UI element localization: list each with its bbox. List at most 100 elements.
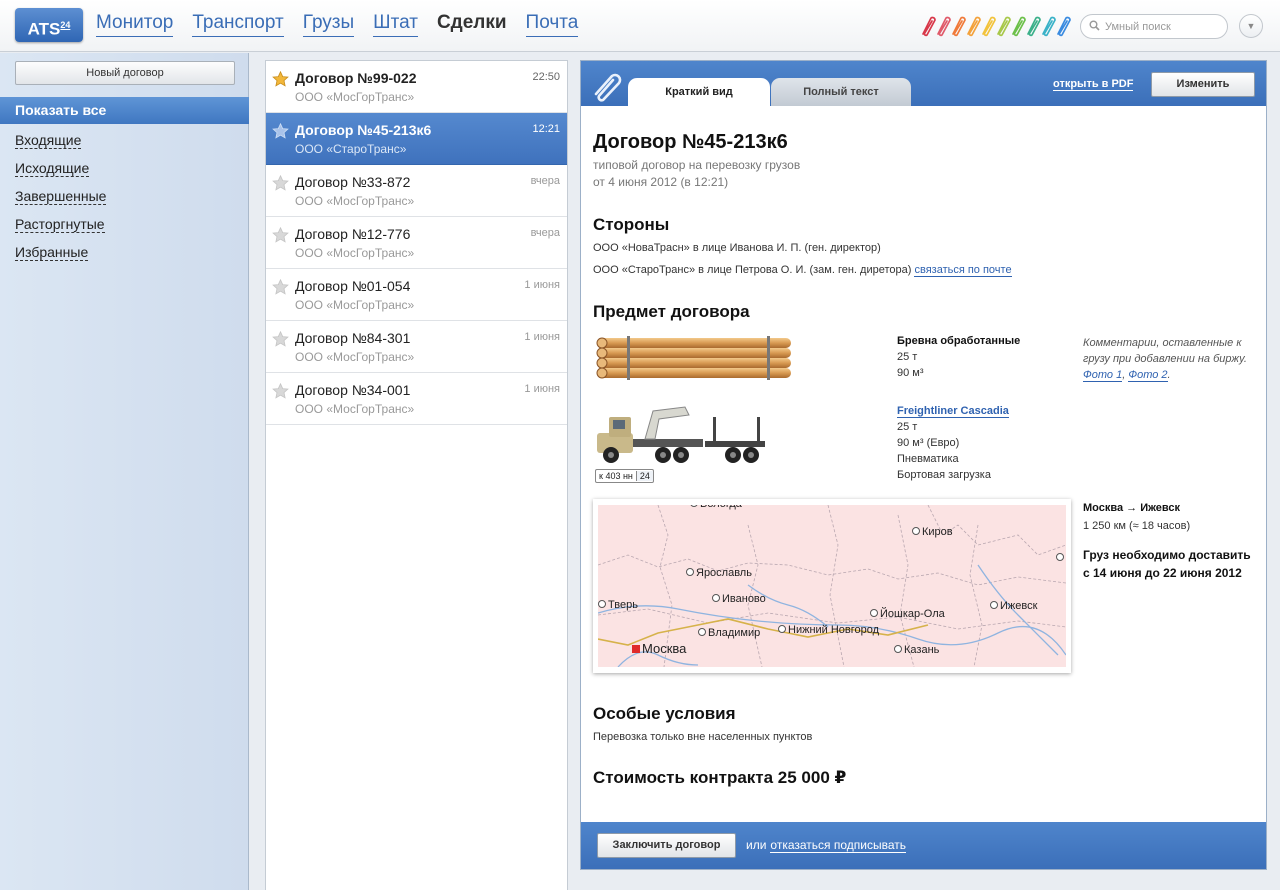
delivery-window: Груз необходимо доставить с 14 июня до 2… [1083,546,1251,582]
open-pdf-link[interactable]: открыть в PDF [1053,78,1134,91]
contract-company: ООО «МосГорТранс» [295,194,415,208]
star-icon[interactable] [272,123,289,139]
edit-button[interactable]: Изменить [1151,72,1255,97]
route-map[interactable]: Вологда Киров Ярославль Тверь Иваново Йошкар-… [593,499,1071,673]
party-2-line: ООО «СтароТранс» в лице Петрова О. И. (з… [593,264,1012,277]
logs-image [596,336,791,380]
route-text: Москва → Ижевск [1083,502,1180,514]
paperclip-tag-icon[interactable] [997,16,1011,37]
contract-company: ООО «МосГорТранс» [295,298,415,312]
truck-model-link[interactable]: Freightliner Cascadia [897,405,1009,418]
paperclip-tag-icon[interactable] [1027,16,1041,37]
contract-time: 1 июня [524,383,560,395]
paperclip-tags[interactable] [919,14,1071,38]
photo-2-link[interactable]: Фото 2 [1128,369,1168,382]
filter-incoming[interactable]: Входящие [15,132,106,160]
comment-text: Комментарии, оставленные к грузу при доб… [1083,337,1247,365]
left-sidebar: Новый договор Показать все Входящие Исхо… [0,53,249,890]
contract-title: Договор №99-022 [295,70,417,86]
truck-suspension: Пневматика [897,453,959,465]
truck-weight: 25 т [897,421,918,433]
contract-company: ООО «СтароТранс» [295,142,407,156]
dropdown-menu-button[interactable]: ▼ [1239,14,1263,38]
paperclip-tag-icon[interactable] [1042,16,1056,37]
city-marker [990,601,998,609]
nav-staff[interactable]: Штат [373,12,418,37]
contract-company: ООО «МосГорТранс» [295,402,415,416]
nav-deals[interactable]: Сделки [437,12,507,37]
filter-list: Входящие Исходящие Завершенные Расторгну… [15,132,107,272]
contract-row[interactable]: Договор №34-001 ООО «МосГорТранс» 1 июня [266,373,567,425]
star-icon[interactable] [272,331,289,347]
truck-image [597,406,765,463]
contact-by-mail-link[interactable]: связаться по почте [914,264,1012,277]
contract-title: Договор №45-213к6 [295,122,432,138]
star-icon[interactable] [272,279,289,295]
city-label: Ярославль [696,567,752,579]
paperclip-tag-icon[interactable] [967,16,981,37]
ats24-logo[interactable]: ATS24 [15,8,83,42]
route-distance: 1 250 км (≈ 18 часов) [1083,520,1191,532]
top-bar: ATS24 Монитор Транспорт Грузы Штат Сделк… [0,0,1280,52]
paperclip-tag-icon[interactable] [952,16,966,37]
city-label: Тверь [608,599,638,611]
city-marker [912,527,920,535]
tab-short-view[interactable]: Краткий вид [628,78,770,106]
contract-row[interactable]: Договор №01-054 ООО «МосГорТранс» 1 июня [266,269,567,321]
contract-title: Договор №84-301 [295,330,411,346]
plate-number: к 403 нн [599,471,633,481]
filter-favorites[interactable]: Избранные [15,244,106,272]
city-marker [870,609,878,617]
city-marker [712,594,720,602]
contract-time: 12:21 [532,123,560,135]
decline-link[interactable]: отказаться подписывать [770,838,907,853]
nav-transport[interactable]: Транспорт [192,12,284,37]
truck-volume: 90 м³ (Евро) [897,437,960,449]
contract-detail: Краткий вид Полный текст открыть в PDF И… [580,60,1267,870]
nav-monitor[interactable]: Монитор [96,12,174,37]
chevron-down-icon: ▼ [1246,21,1256,31]
paperclip-tag-icon[interactable] [1057,16,1071,37]
paperclip-tag-icon[interactable] [1012,16,1026,37]
contract-row[interactable]: Договор №99-022 ООО «МосГорТранс» 22:50 [266,61,567,113]
city-marker [1056,553,1064,561]
delivery-line-2: с 14 июня до 22 июня 2012 [1083,566,1242,580]
new-contract-button[interactable]: Новый договор [15,61,235,85]
contract-time: вчера [530,227,560,239]
filter-label: Расторгнутые [15,216,105,233]
filter-completed[interactable]: Завершенные [15,188,107,216]
city-label: Иваново [722,593,766,605]
contract-row[interactable]: Договор №45-213к6 ООО «СтароТранс» 12:21 [266,113,567,165]
nav-mail[interactable]: Почта [525,12,579,37]
star-icon[interactable] [272,71,289,87]
star-icon[interactable] [272,175,289,191]
paperclip-tag-icon[interactable] [922,16,936,37]
paperclip-tag-icon[interactable] [937,16,951,37]
sign-contract-button[interactable]: Заключить договор [597,833,736,858]
tab-full-text[interactable]: Полный текст [771,78,911,106]
party-2: ООО «СтароТранс» в лице Петрова О. И. (з… [593,264,912,276]
search-input[interactable] [1105,18,1220,35]
city-marker [894,645,902,653]
smart-search[interactable] [1080,14,1228,39]
contract-row[interactable]: Договор №33-872 ООО «МосГорТранс» вчера [266,165,567,217]
filter-terminated[interactable]: Расторгнутые [15,216,106,244]
detail-toolbar: Краткий вид Полный текст открыть в PDF И… [581,61,1266,106]
contract-company: ООО «МосГорТранс» [295,246,415,260]
filter-show-all[interactable]: Показать все [0,97,249,124]
filter-outgoing[interactable]: Исходящие [15,160,106,188]
star-icon[interactable] [272,383,289,399]
delivery-line-1: Груз необходимо доставить [1083,548,1251,562]
photo-1-link[interactable]: Фото 1 [1083,369,1123,382]
contract-row[interactable]: Договор №12-776 ООО «МосГорТранс» вчера [266,217,567,269]
contract-row[interactable]: Договор №84-301 ООО «МосГорТранс» 1 июня [266,321,567,373]
contract-title: Договор №01-054 [295,278,411,294]
decline-row: или отказаться подписывать [746,838,907,853]
star-icon[interactable] [272,227,289,243]
paperclip-tag-icon[interactable] [982,16,996,37]
special-conditions-text: Перевозка только вне населенных пунктов [593,731,813,743]
contract-cost: Стоимость контракта 25 000 ₽ [593,768,847,787]
filter-label: Завершенные [15,188,107,205]
contract-date: от 4 июня 2012 (в 12:21) [593,175,729,189]
nav-cargo[interactable]: Грузы [302,12,355,37]
